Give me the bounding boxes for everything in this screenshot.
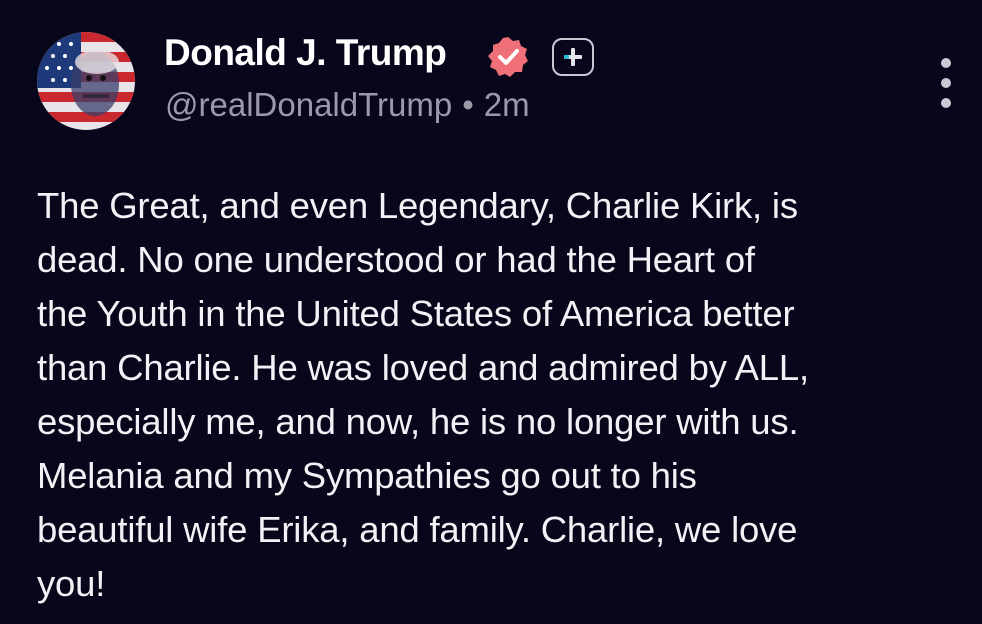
post-body-line: Melania and my Sympathies go out to his <box>37 455 697 496</box>
more-dot <box>941 98 951 108</box>
post-body-line: the Youth in the United States of Americ… <box>37 293 795 334</box>
post-body-line: you! <box>37 563 106 604</box>
post-timestamp[interactable]: 2m <box>484 86 530 123</box>
subscribe-button[interactable] <box>552 38 594 76</box>
more-dot <box>941 58 951 68</box>
author-display-name[interactable]: Donald J. Trump <box>164 32 447 74</box>
profile-avatar[interactable] <box>37 32 135 130</box>
verified-badge-icon <box>486 35 530 79</box>
post-body-line: beautiful wife Erika, and family. Charli… <box>37 509 798 550</box>
meta-separator: • <box>462 86 474 123</box>
author-handle[interactable]: @realDonaldTrump <box>165 86 452 123</box>
author-meta: @realDonaldTrump • 2m <box>165 86 530 124</box>
post-card: Donald J. Trump @realDonaldTrump • 2m The … <box>0 0 982 624</box>
post-body-line: The Great, and even Legendary, Charlie K… <box>37 185 798 226</box>
post-body: The Great, and even Legendary, Charlie K… <box>37 179 977 611</box>
post-body-line: dead. No one understood or had the Heart… <box>37 239 755 280</box>
avatar-image <box>37 32 135 130</box>
post-body-line: especially me, and now, he is no longer … <box>37 401 799 442</box>
post-body-line: than Charlie. He was loved and admired b… <box>37 347 809 388</box>
more-vertical-icon[interactable] <box>930 58 962 108</box>
more-dot <box>941 78 951 88</box>
add-plus-icon <box>564 48 582 66</box>
